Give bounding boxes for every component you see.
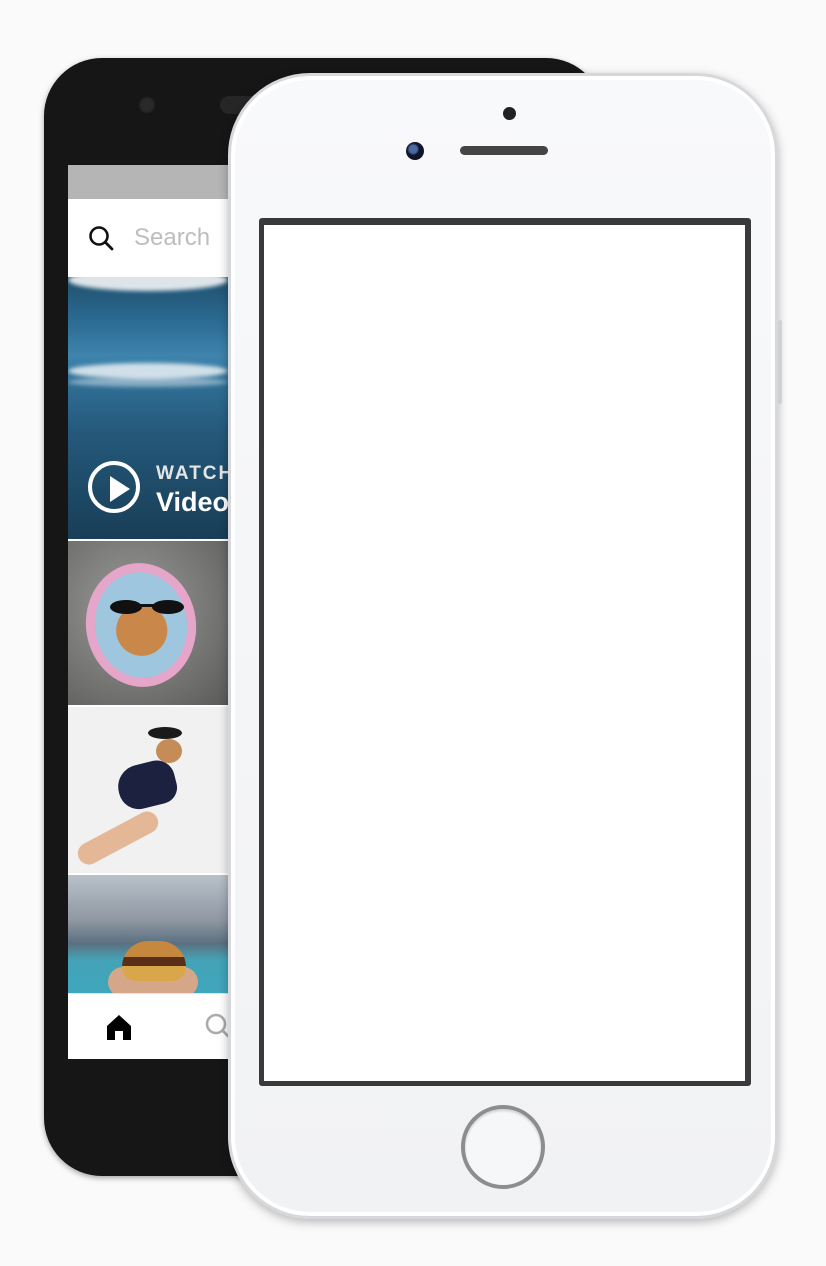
proximity-sensor [503, 107, 516, 120]
search-icon [89, 226, 114, 251]
video-overline: WATCH [156, 463, 228, 484]
earpiece-speaker [460, 146, 548, 155]
home-button[interactable] [461, 1105, 545, 1189]
sunglasses [110, 600, 184, 614]
explore-photo-burger[interactable] [68, 875, 228, 993]
explore-video-tile[interactable]: WATCH Video [68, 277, 228, 539]
video-title: Video [156, 487, 228, 517]
iphone-screen [264, 225, 745, 1081]
iphone [228, 73, 782, 1219]
explore-photo-dog[interactable] [68, 707, 228, 873]
side-button [778, 320, 782, 404]
play-icon[interactable] [88, 461, 140, 513]
pink-mirror [77, 555, 205, 695]
android-camera [138, 96, 156, 114]
front-camera [406, 142, 424, 160]
explore-photo-cat[interactable] [68, 541, 228, 705]
home-icon[interactable] [104, 1012, 134, 1042]
search-placeholder: Search [134, 224, 211, 251]
